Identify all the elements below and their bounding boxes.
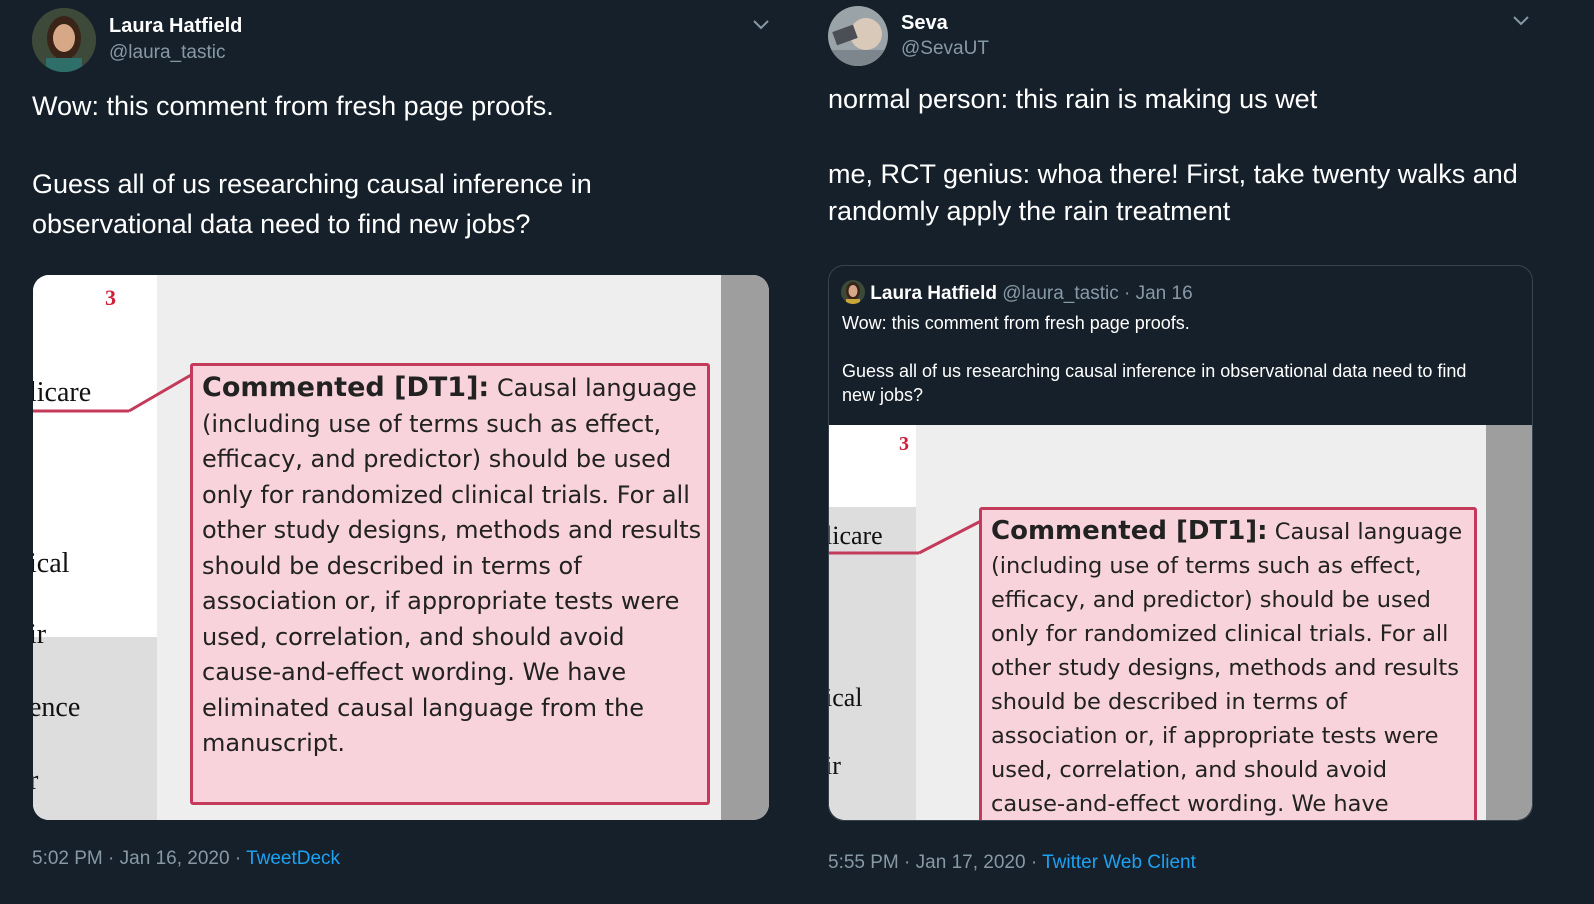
avatar-photo-icon [828,6,888,66]
tweet-text-line: normal person: this rain is making us we… [828,84,1318,114]
comment-line: Causal language [1274,519,1463,545]
separator: · [234,848,242,869]
tweet-footer: 5:02 PM · Jan 16, 2020 · TweetDeck [32,848,340,870]
quoted-text-line: Guess all of us researching causal infer… [842,361,1467,381]
comment-line: efficacy, and predictor) should be used [202,445,672,473]
comment-line: Causal language [496,374,697,402]
comment-line: cause-and-effect wording. We have [991,791,1389,817]
tweet-time[interactable]: 5:55 PM [828,852,899,873]
author-handle[interactable]: @SevaUT [901,38,989,60]
tweet-text-line: observational data need to find new jobs… [32,209,531,239]
avatar-photo-icon [32,8,96,72]
tweet-date[interactable]: Jan 16, 2020 [120,848,230,869]
quoted-date[interactable]: Jan 16 [1136,283,1193,304]
comment-line: should be described in terms of [991,689,1347,715]
author-avatar[interactable] [32,8,96,72]
avatar-photo-icon [841,280,865,304]
separator: · [108,848,115,869]
quoted-tweet[interactable]: Laura Hatfield @laura_tastic · Jan 16 Wo… [828,265,1533,821]
comment-line: used, correlation, and should avoid [202,622,625,651]
quoted-image[interactable]: 3 licare ical ir Commented [DT1]: Causal… [829,425,1532,820]
comment-line: only for randomized clinical trials. For… [202,480,690,509]
comment-box: Commented [DT1]: Causal language (includ… [979,507,1477,820]
chevron-down-icon[interactable] [1510,9,1532,31]
tweet-text-line: Guess all of us researching causal infer… [32,169,592,199]
comment-line: eliminated causal language from the [202,693,644,722]
comment-heading: Commented [DT1]: [202,372,490,403]
comment-line: association or, if appropriate tests wer… [991,723,1439,749]
comment-line: only for randomized clinical trials. For… [991,621,1449,647]
comment-box: Commented [DT1]: Causal language (includ… [190,363,710,805]
separator: · [1124,283,1131,304]
quoted-author-handle[interactable]: @laura_tastic [1002,283,1118,304]
comment-line: association or, if appropriate tests wer… [202,587,680,615]
comment-line: manuscript. [202,729,346,757]
author-avatar[interactable] [828,6,888,66]
author-handle[interactable]: @laura_tastic [109,42,225,64]
quoted-author-name[interactable]: Laura Hatfield [870,283,997,304]
comment-line: other study designs, methods and results [991,655,1459,681]
comment-line: (including use of terms such as effect, [991,553,1422,579]
comment-line: cause-and-effect wording. We have [202,658,627,686]
chevron-down-icon[interactable] [750,13,772,35]
tweet-image[interactable]: 3 licare ical ir ence r Commented [DT1]:… [33,275,769,820]
separator: · [904,852,911,873]
tweet-time[interactable]: 5:02 PM [32,848,103,869]
comment-heading: Commented [DT1]: [991,516,1268,546]
separator: · [1030,852,1038,873]
comment-line: (including use of terms such as effect, [202,409,662,438]
comment-line: efficacy, and predictor) should be used [991,587,1431,613]
tweet-source-link[interactable]: TweetDeck [246,848,340,869]
tweet-date[interactable]: Jan 17, 2020 [916,852,1026,873]
tweet-source-link[interactable]: Twitter Web Client [1042,852,1196,873]
author-name[interactable]: Laura Hatfield [109,15,242,38]
tweet-text-line: randomly apply the rain treatment [828,196,1231,226]
quoted-header: Laura Hatfield @laura_tastic · Jan 16 [841,280,1193,305]
quoted-text-line: Wow: this comment from fresh page proofs… [842,313,1190,333]
comment-line: should be described in terms of [202,551,582,580]
comment-line: used, correlation, and should avoid [991,757,1388,783]
tweet-text-line: Wow: this comment from fresh page proofs… [32,91,554,121]
author-name[interactable]: Seva [901,12,948,35]
tweet-footer: 5:55 PM · Jan 17, 2020 · Twitter Web Cli… [828,852,1196,874]
quoted-text-line: new jobs? [842,385,924,405]
comment-line: other study designs, methods and results [202,516,702,544]
tweet-text-line: me, RCT genius: whoa there! First, take … [828,159,1518,189]
